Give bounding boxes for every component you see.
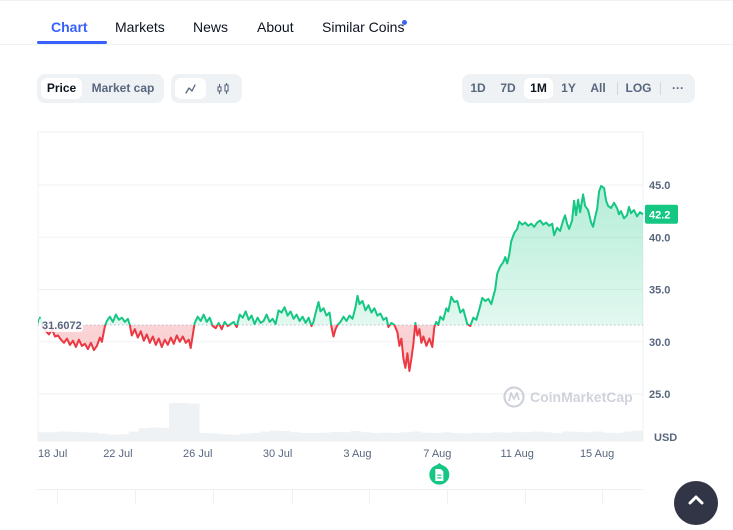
volume-bar <box>360 432 372 441</box>
volume-bar <box>199 433 210 441</box>
volume-bar <box>481 433 493 441</box>
x-tick-label: 22 Jul <box>103 448 132 460</box>
volume-bar <box>98 433 109 441</box>
volume-bar <box>602 432 614 441</box>
volume-bar <box>572 431 583 441</box>
current-price-label: 42.2 <box>649 209 670 221</box>
chevron-up-icon <box>688 495 704 505</box>
volume-bar <box>522 432 533 441</box>
volume-bar <box>219 434 230 441</box>
coinmarketcap-watermark: CoinMarketCap <box>503 386 633 408</box>
volume-bar <box>542 432 553 441</box>
volume-bar <box>169 403 180 441</box>
y-tick-label: 35.0 <box>649 285 670 297</box>
volume-bar <box>461 433 472 441</box>
volume-bar <box>562 431 573 441</box>
divider <box>292 490 293 504</box>
volume-bar <box>421 432 432 441</box>
x-tick-label: 18 Jul <box>38 448 67 460</box>
x-tick-label: 30 Jul <box>263 448 292 460</box>
watermark-text: CoinMarketCap <box>530 389 633 405</box>
y-tick-label: 30.0 <box>649 337 670 349</box>
divider <box>525 490 526 504</box>
volume-bar <box>310 433 321 441</box>
volume-bar <box>501 432 513 441</box>
volume-bar <box>511 431 523 441</box>
volume-bar <box>592 431 603 441</box>
volume-bar <box>229 434 240 441</box>
volume-bar <box>290 432 301 441</box>
divider <box>602 490 603 504</box>
volume-bar <box>148 427 160 441</box>
volume-bar <box>441 432 452 441</box>
volume-bar <box>390 433 402 441</box>
y-tick-label: 45.0 <box>649 180 670 192</box>
volume-bar <box>380 432 392 441</box>
volume-bars <box>38 403 644 441</box>
currency-label: USD <box>654 432 677 444</box>
volume-bar <box>249 433 261 441</box>
volume-bar <box>209 433 220 441</box>
volume-bar <box>259 431 271 441</box>
volume-bar <box>189 403 200 441</box>
volume-bar <box>269 430 281 441</box>
volume-bar <box>78 432 89 441</box>
volume-bar <box>431 433 442 441</box>
x-tick-label: 11 Aug <box>500 448 533 460</box>
volume-bar <box>532 431 543 441</box>
x-tick-label: 3 Aug <box>343 448 371 460</box>
volume-bar <box>350 431 361 441</box>
scroll-to-top-button[interactable] <box>674 481 718 525</box>
volume-bar <box>330 431 341 441</box>
volume-bar <box>451 433 462 441</box>
volume-bar <box>239 433 251 441</box>
volume-bar <box>48 432 59 441</box>
y-tick-label: 40.0 <box>649 232 670 244</box>
price-chart: CoinMarketCap 45.0 40.0 35.0 30.0 25.0 18 Ju… <box>0 0 733 503</box>
volume-bar <box>280 431 291 441</box>
price-chart-svg[interactable]: CoinMarketCap 45.0 40.0 35.0 30.0 25.0 18 Ju… <box>0 0 733 503</box>
volume-bar <box>88 432 99 441</box>
volume-bar <box>68 431 79 441</box>
volume-bar <box>622 431 634 441</box>
divider <box>57 490 58 504</box>
volume-bar <box>401 432 412 441</box>
volume-bar <box>491 432 503 441</box>
price-area-above <box>38 186 643 325</box>
volume-bar <box>58 431 69 441</box>
divider <box>213 490 214 504</box>
volume-bar <box>411 431 422 441</box>
x-tick-label: 7 Aug <box>423 448 451 460</box>
volume-bar <box>632 430 644 441</box>
x-axis: 18 Jul 22 Jul 26 Jul 30 Jul 3 Aug 7 Aug 11 Aug… <box>38 448 614 460</box>
volume-bar <box>38 432 49 441</box>
x-tick-label: 26 Jul <box>183 448 212 460</box>
volume-bar <box>138 428 150 441</box>
volume-bar <box>159 427 170 441</box>
y-tick-label: 25.0 <box>649 389 670 401</box>
volume-bar <box>118 434 130 441</box>
divider <box>447 490 448 504</box>
volume-bar <box>612 433 624 441</box>
volume-bar <box>128 431 140 441</box>
volume-bar <box>582 432 593 441</box>
volume-bar <box>340 432 351 441</box>
volume-bar <box>370 433 382 441</box>
baseline-value-label: 31.6072 <box>42 320 82 332</box>
secondary-panel <box>37 489 643 504</box>
current-price-tag: 42.2 <box>645 204 678 224</box>
volume-bar <box>320 432 331 441</box>
divider <box>369 490 370 504</box>
volume-bar <box>179 403 190 441</box>
volume-bar <box>471 432 482 441</box>
news-marker[interactable] <box>429 463 450 485</box>
baseline-label: 31.6072 <box>39 317 83 332</box>
x-tick-label: 15 Aug <box>580 448 614 460</box>
divider <box>135 490 136 504</box>
volume-bar <box>552 433 563 441</box>
volume-bar <box>108 434 119 441</box>
volume-bar <box>300 433 311 441</box>
